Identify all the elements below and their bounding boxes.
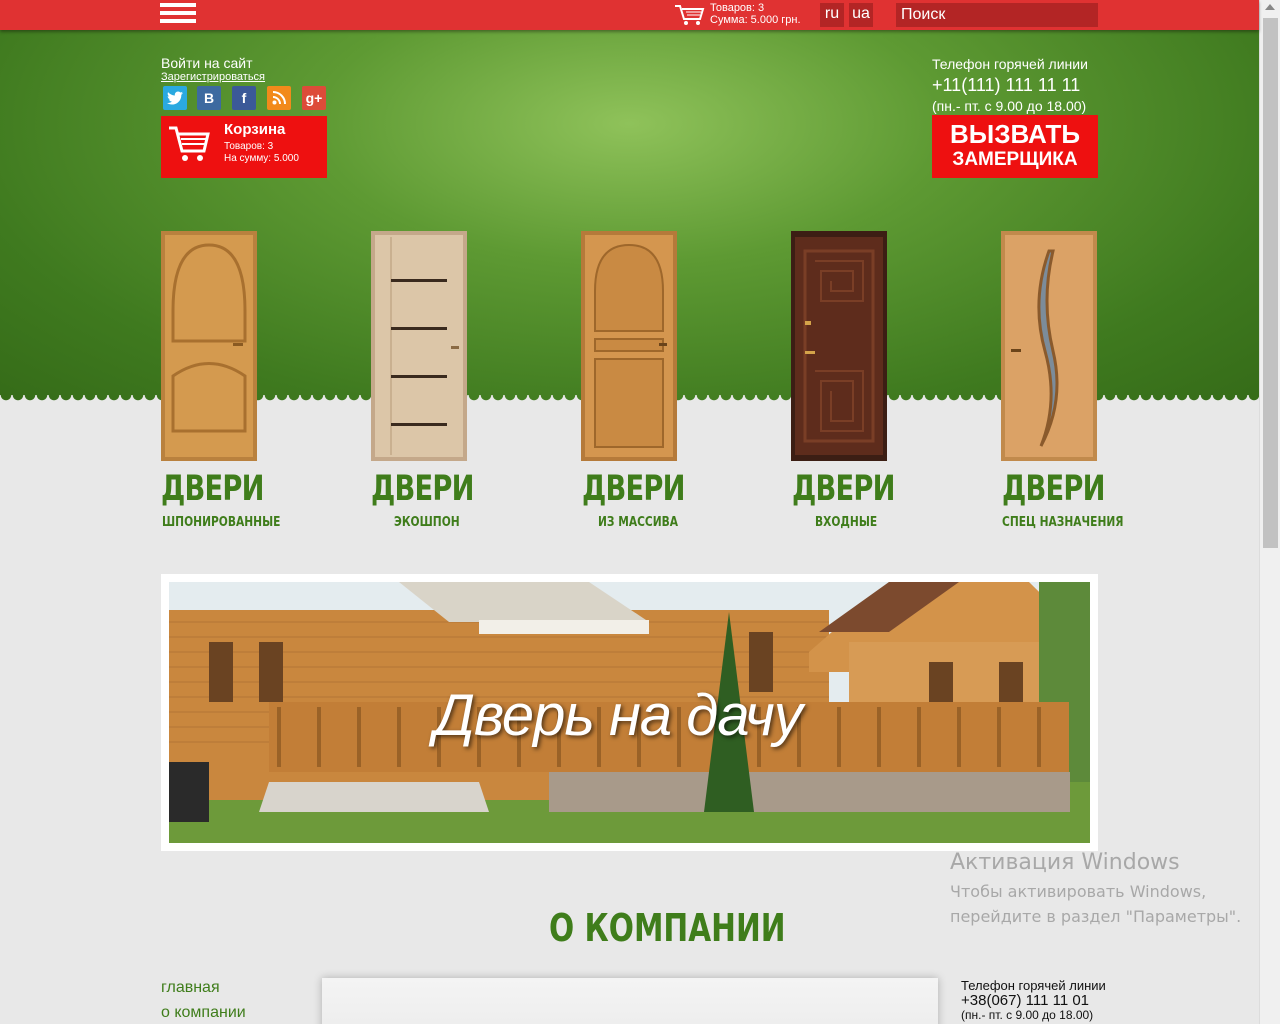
mini-cart-items: Товаров: 3 [710,2,765,14]
category-subtitle[interactable]: ИЗ МАССИВА [598,515,678,530]
hamburger-menu-icon[interactable] [160,3,196,27]
door-image-special[interactable] [1001,231,1097,461]
windows-activation-line2: перейдите в раздел "Параметры". [950,907,1242,926]
category-title[interactable]: ДВЕРИ [161,470,265,508]
category-title[interactable]: ДВЕРИ [792,470,896,508]
footer-hotline-hours: (пн.- пт. с 9.00 до 18.00) [961,1008,1094,1022]
cart-widget[interactable]: Корзина Товаров: 3 На сумму: 5.000 [161,116,327,178]
windows-activation-line1: Чтобы активировать Windows, [950,882,1207,901]
lang-ru-button[interactable]: ru [820,3,844,27]
mini-cart-sum: Сумма: 5.000 грн. [710,14,801,26]
windows-activation-title: Активация Windows [950,850,1180,875]
vk-icon[interactable]: В [197,86,221,110]
door-image-veneered[interactable] [161,231,257,461]
scroll-up-arrow-icon[interactable] [1265,4,1275,10]
hotline-label: Телефон горячей линии [932,56,1088,72]
register-link[interactable]: Зарегистрироваться [161,71,265,83]
login-link[interactable]: Войти на сайт [161,55,253,71]
category-title[interactable]: ДВЕРИ [1002,470,1106,508]
category-subtitle[interactable]: СПЕЦ НАЗНАЧЕНИЯ [1002,515,1124,530]
cart-icon [169,126,210,161]
cart-sum: На сумму: 5.000 [224,153,299,164]
category-title[interactable]: ДВЕРИ [371,470,475,508]
about-title: О КОМПАНИИ [549,906,786,950]
vertical-scrollbar[interactable] [1259,0,1280,1024]
content-panel [322,978,938,1024]
category-subtitle[interactable]: ЭКОШПОН [394,515,460,530]
promo-banner[interactable]: Дверь на дачу [161,574,1098,851]
rss-icon[interactable] [267,86,291,110]
facebook-icon[interactable]: f [232,86,256,110]
scroll-thumb[interactable] [1263,18,1278,548]
call-button-line2: ЗАМЕРЩИКА [952,149,1078,170]
hotline-phone[interactable]: +11(111) 111 11 11 [932,75,1080,96]
search-input[interactable] [896,3,1098,27]
cart-items: Товаров: 3 [224,141,274,152]
call-measurer-button[interactable]: ВЫЗВАТЬ ЗАМЕРЩИКА [932,115,1098,178]
cart-icon[interactable] [674,3,706,27]
google-plus-icon[interactable]: g+ [302,86,326,110]
top-bar: Товаров: 3 Сумма: 5.000 грн. ru ua [0,0,1259,30]
banner-caption: Дверь на дачу [434,683,803,748]
footer-hotline-phone[interactable]: +38(067) 111 11 01 [961,992,1089,1009]
category-subtitle[interactable]: ВХОДНЫЕ [815,515,877,530]
footer-hotline-label: Телефон горячей линии [961,978,1106,993]
category-title[interactable]: ДВЕРИ [582,470,686,508]
door-image-solid-wood[interactable] [581,231,677,461]
nav-link-home[interactable]: главная [161,979,220,997]
banner-image: Дверь на дачу [169,582,1090,843]
call-button-line1: ВЫЗВАТЬ [949,119,1081,149]
category-subtitle[interactable]: ШПОНИРОВАННЫЕ [162,515,280,530]
twitter-icon[interactable] [163,86,187,110]
hotline-hours: (пн.- пт. с 9.00 до 18.00) [932,98,1087,114]
mini-cart-summary[interactable]: Товаров: 3 Сумма: 5.000 грн. [710,2,801,26]
door-image-ecoveneer[interactable] [371,231,467,461]
lang-ua-button[interactable]: ua [849,3,873,27]
nav-link-about[interactable]: о компании [161,1004,246,1022]
cart-title: Корзина [224,121,286,138]
door-image-entrance[interactable] [791,231,887,461]
